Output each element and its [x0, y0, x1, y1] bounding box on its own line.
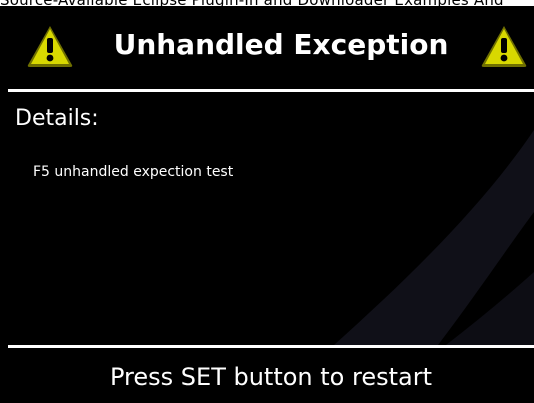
warning-triangle-icon [27, 26, 73, 67]
exception-screen: Unhandled Exception Details: F5 unhandle… [0, 6, 534, 403]
details-panel: Details: F5 unhandled expection test [8, 92, 534, 345]
exception-message: F5 unhandled expection test [33, 164, 234, 180]
restart-instruction-bar: Press SET button to restart [8, 348, 534, 403]
dialog-title: Unhandled Exception [113, 28, 449, 61]
details-heading: Details: [15, 106, 99, 131]
dialog-header: Unhandled Exception [8, 6, 534, 89]
restart-instruction: Press SET button to restart [110, 363, 432, 391]
warning-triangle-icon [481, 26, 527, 67]
